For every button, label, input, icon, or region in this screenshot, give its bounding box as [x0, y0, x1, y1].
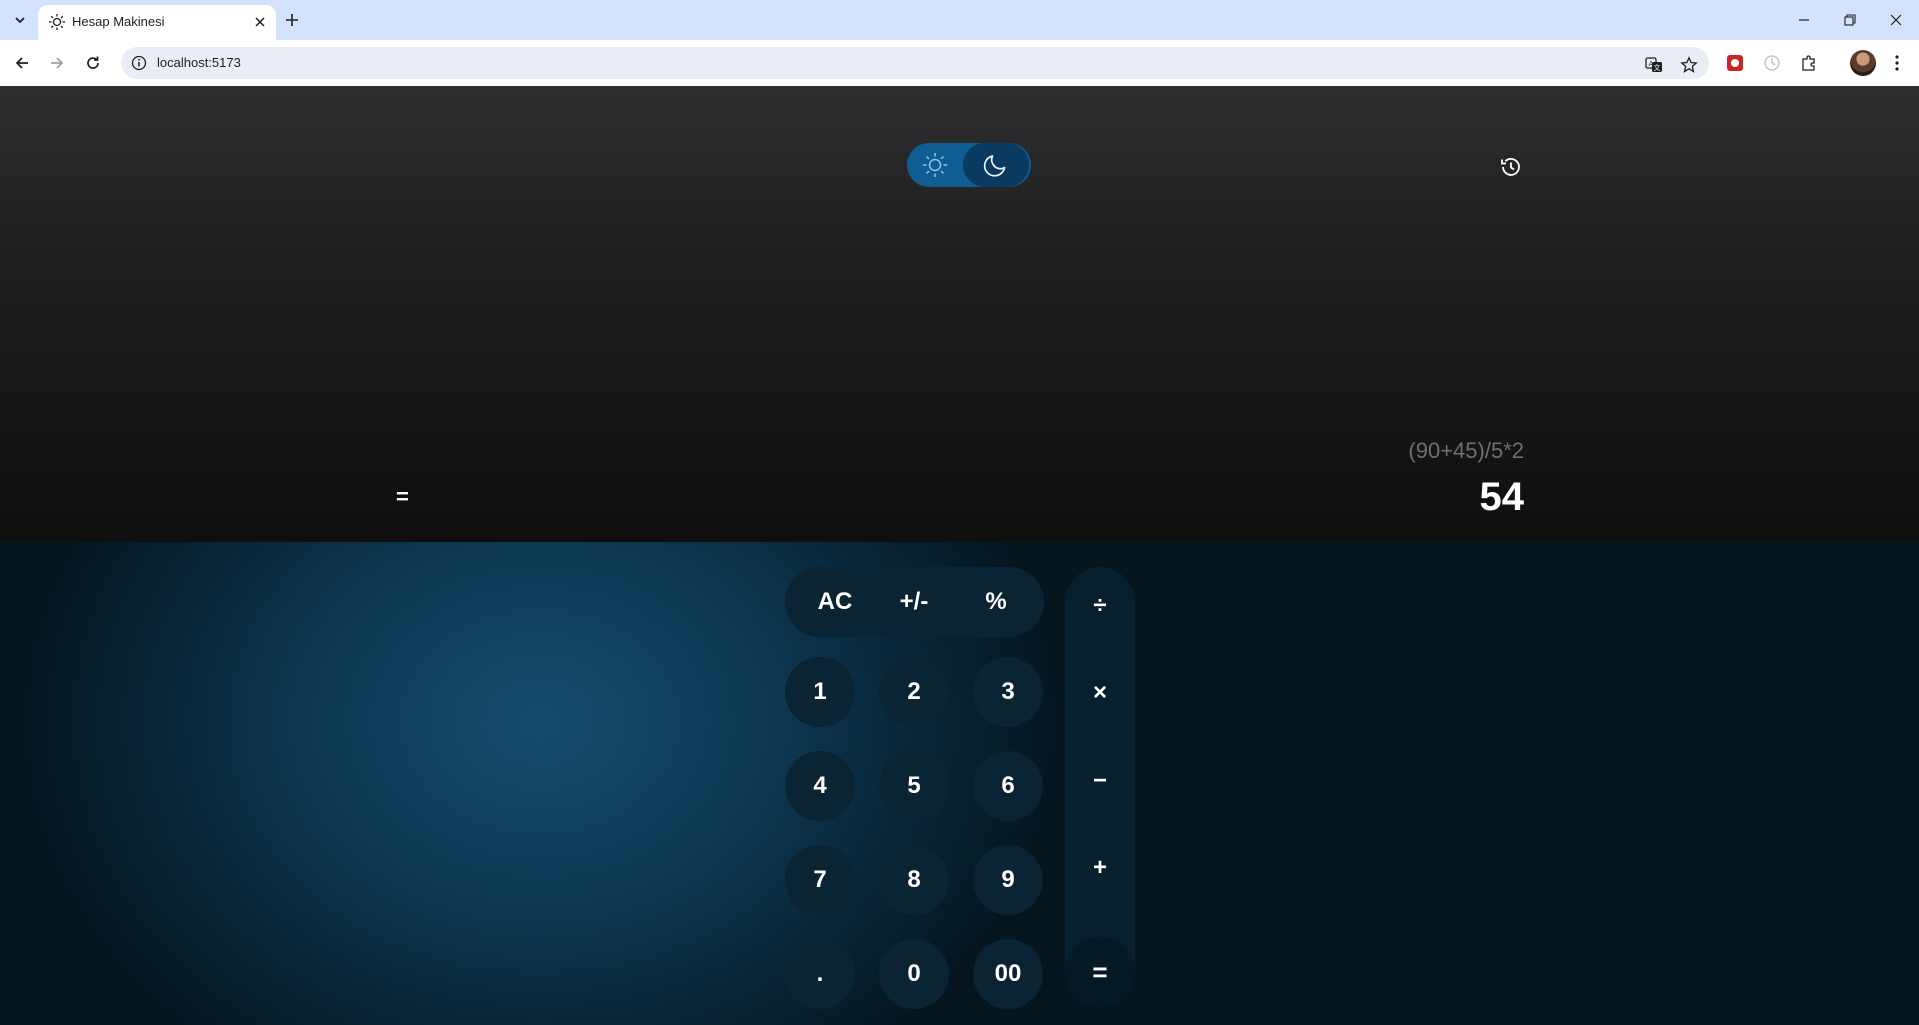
percent-button[interactable]: %: [956, 567, 1036, 637]
tab-close-button[interactable]: [250, 12, 270, 32]
dark-theme-option[interactable]: [963, 143, 1029, 187]
multiply-button[interactable]: ×: [1065, 663, 1135, 723]
sun-icon: [923, 153, 947, 177]
digit-6-button[interactable]: 6: [973, 751, 1043, 821]
arrow-right-icon: [51, 57, 64, 69]
close-icon: [1890, 14, 1902, 26]
star-icon: [1680, 56, 1698, 73]
svg-text:A: A: [1649, 60, 1654, 68]
double-zero-button[interactable]: 00: [973, 939, 1043, 1009]
sun-icon: [49, 14, 65, 30]
restore-button[interactable]: [1827, 0, 1873, 40]
digit-7-button[interactable]: 7: [785, 845, 855, 915]
bookmark-button[interactable]: [1678, 54, 1700, 76]
digit-4-button[interactable]: 4: [785, 751, 855, 821]
function-key-group: AC +/- %: [785, 567, 1044, 637]
browser-tab[interactable]: Hesap Makinesi: [38, 5, 276, 40]
digit-1-button[interactable]: 1: [785, 657, 855, 727]
digit-0-button[interactable]: 0: [879, 939, 949, 1009]
more-vert-icon: [1895, 55, 1899, 71]
light-theme-option[interactable]: [911, 145, 959, 185]
result-display: 54: [1479, 475, 1525, 519]
add-button[interactable]: +: [1065, 838, 1135, 898]
close-window-button[interactable]: [1873, 0, 1919, 40]
new-tab-button[interactable]: [280, 8, 304, 32]
expression-display: (90+45)/5*2: [1408, 438, 1524, 463]
chevron-down-icon: [15, 17, 25, 24]
extension-red-button[interactable]: [1724, 52, 1746, 74]
profile-avatar[interactable]: [1850, 50, 1876, 76]
browser-menu-button[interactable]: [1886, 52, 1908, 74]
puzzle-icon: [1802, 55, 1815, 71]
plus-icon: [286, 14, 298, 26]
browser-tab-bar: Hesap Makinesi: [0, 0, 1919, 40]
tab-title: Hesap Makinesi: [72, 14, 165, 29]
keypad-panel: AC +/- % 1 2 3 4 5 6 7 8 9 . 0 00 ÷ × − …: [0, 542, 1919, 1025]
restore-icon: [1844, 14, 1856, 26]
minimize-button[interactable]: [1781, 0, 1827, 40]
decimal-point-button[interactable]: .: [785, 939, 855, 1009]
digit-2-button[interactable]: 2: [879, 657, 949, 727]
translate-icon: 文A: [1645, 57, 1662, 72]
subtract-button[interactable]: −: [1065, 751, 1135, 811]
reload-button[interactable]: [79, 49, 107, 77]
extension-grey-button[interactable]: [1761, 52, 1783, 74]
clear-button[interactable]: AC: [795, 567, 875, 637]
divide-button[interactable]: ÷: [1065, 576, 1135, 636]
extensions-button[interactable]: [1798, 52, 1820, 74]
display-equals-sign: =: [396, 484, 409, 509]
url-text[interactable]: localhost:5173: [157, 55, 241, 70]
extension-app-icon: [1727, 55, 1743, 71]
history-icon: [1501, 158, 1520, 176]
history-button[interactable]: [1497, 153, 1525, 181]
moon-icon: [983, 155, 1006, 177]
arrow-left-icon: [15, 57, 28, 69]
display-panel: = (90+45)/5*2 54: [0, 86, 1919, 542]
theme-toggle[interactable]: [907, 143, 1031, 187]
digit-8-button[interactable]: 8: [879, 845, 949, 915]
forward-button[interactable]: [43, 49, 71, 77]
digit-3-button[interactable]: 3: [973, 657, 1043, 727]
address-bar[interactable]: localhost:5173 文A: [121, 47, 1709, 79]
digit-5-button[interactable]: 5: [879, 751, 949, 821]
browser-toolbar: localhost:5173 文A: [0, 40, 1919, 86]
digit-9-button[interactable]: 9: [973, 845, 1043, 915]
reload-icon: [87, 56, 99, 69]
minimize-icon: [1799, 19, 1809, 21]
extension-app-icon: [1764, 55, 1780, 71]
calculator-app: = (90+45)/5*2 54 AC +/- % 1 2 3 4 5 6 7 …: [0, 86, 1919, 1025]
info-icon[interactable]: [131, 55, 147, 71]
close-icon: [255, 17, 265, 27]
translate-button[interactable]: 文A: [1643, 54, 1665, 76]
equals-button[interactable]: =: [1065, 937, 1135, 1007]
tab-list-button[interactable]: [8, 8, 32, 32]
svg-text:文: 文: [1654, 63, 1661, 72]
sign-toggle-button[interactable]: +/-: [874, 567, 954, 637]
back-button[interactable]: [8, 49, 36, 77]
